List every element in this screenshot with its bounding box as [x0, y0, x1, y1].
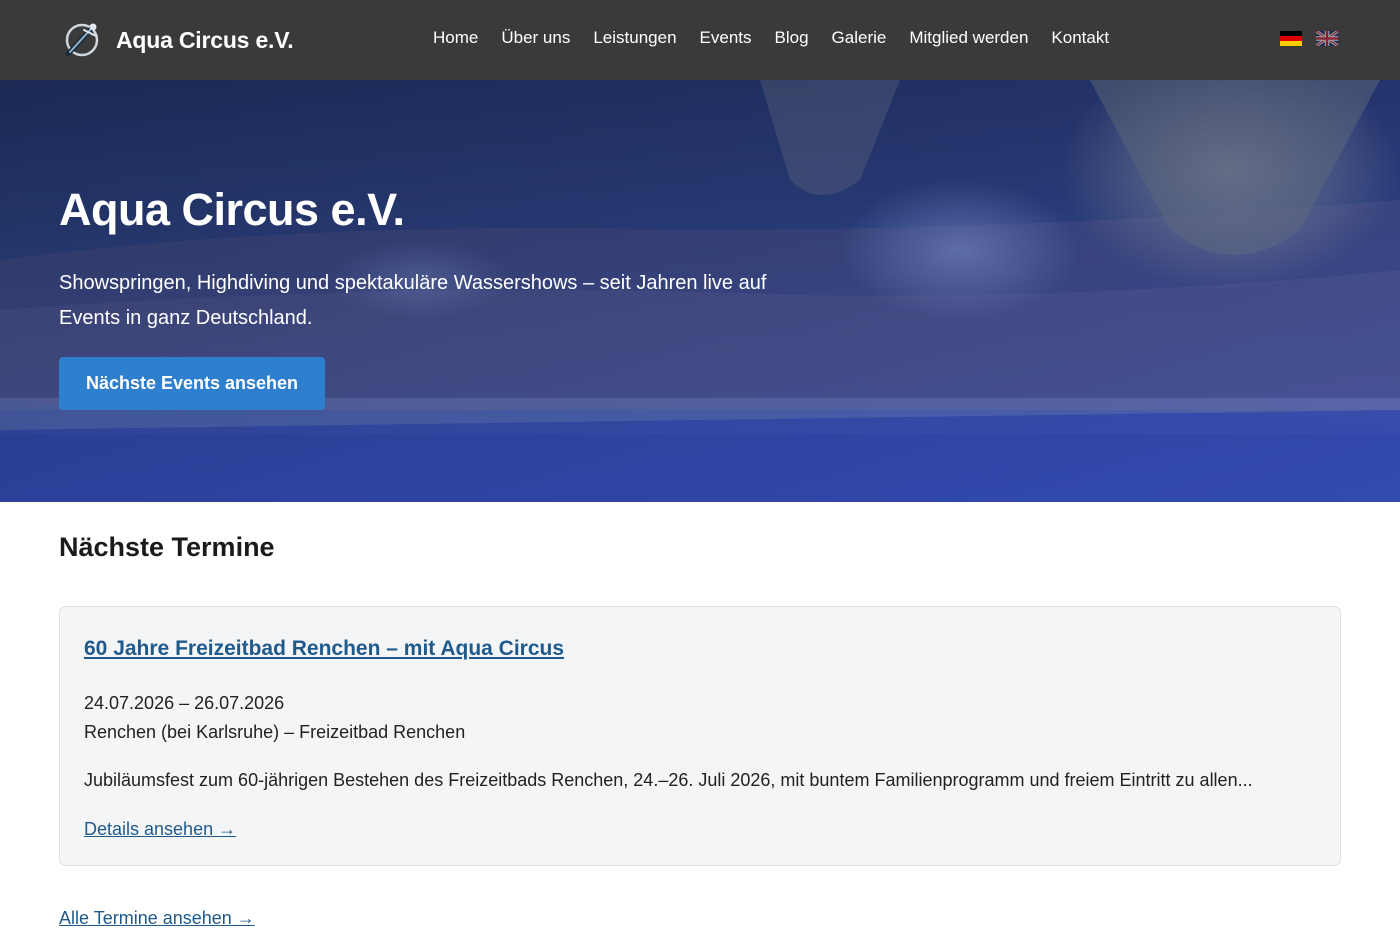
hero-title: Aqua Circus e.V.: [59, 184, 405, 235]
brand[interactable]: Aqua Circus e.V.: [62, 18, 294, 62]
hero-subtitle: Showspringen, Highdiving und spektakulär…: [59, 272, 767, 329]
event-location: Renchen (bei Karlsruhe) – Freizeitbad Re…: [84, 722, 466, 742]
nav-item-about[interactable]: Über uns: [501, 28, 570, 48]
nav-item-membership[interactable]: Mitglied werden: [909, 28, 1028, 48]
main-nav: Home Über uns Leistungen Events Blog Gal…: [433, 28, 1109, 48]
next-events-button[interactable]: Nächste Events ansehen: [59, 357, 325, 410]
nav-item-events[interactable]: Events: [700, 28, 752, 48]
nav-item-blog[interactable]: Blog: [775, 28, 809, 48]
hero: Aqua Circus e.V. Showspringen, Highdivin…: [0, 80, 1400, 502]
nav-item-services[interactable]: Leistungen: [593, 28, 676, 48]
all-events-link[interactable]: Alle Termine ansehen →: [59, 908, 255, 929]
section-title-upcoming: Nächste Termine: [59, 532, 275, 562]
nav-item-contact[interactable]: Kontakt: [1051, 28, 1109, 48]
brand-title: Aqua Circus e.V.: [116, 26, 294, 53]
event-card: 60 Jahre Freizeitbad Renchen – mit Aqua …: [59, 606, 1341, 866]
german-flag-icon[interactable]: [1280, 31, 1302, 46]
site-header: Aqua Circus e.V. Home Über uns Leistunge…: [0, 0, 1400, 80]
event-title-link[interactable]: 60 Jahre Freizeitbad Renchen – mit Aqua …: [84, 637, 564, 661]
event-details-link[interactable]: Details ansehen →: [84, 819, 236, 840]
nav-item-gallery[interactable]: Galerie: [832, 28, 887, 48]
event-description: Jubiläumsfest zum 60-jährigen Bestehen d…: [84, 770, 1253, 790]
language-switcher: [1280, 31, 1338, 46]
diver-logo-icon: [65, 23, 99, 57]
nav-item-home[interactable]: Home: [433, 28, 478, 48]
event-date: 24.07.2026 – 26.07.2026: [84, 693, 285, 713]
uk-flag-icon[interactable]: [1316, 31, 1338, 46]
